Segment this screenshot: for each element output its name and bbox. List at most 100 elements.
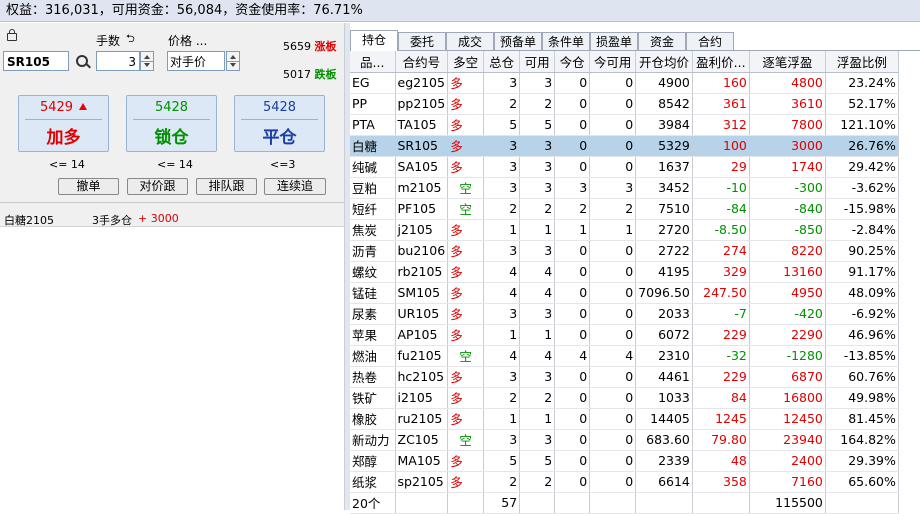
available-cell: 2 <box>519 387 556 409</box>
today-position-cell: 0 <box>554 366 591 388</box>
pnl-price-cell: -10 <box>692 177 750 199</box>
col-header[interactable]: 逐笔浮盈 <box>749 51 826 73</box>
today-position-cell: 0 <box>554 240 591 262</box>
product-name-cell: EG <box>350 72 396 94</box>
table-row[interactable]: EG eg2105 多 3 3 0 0 4900 160 4800 23.24% <box>350 72 899 94</box>
table-row[interactable]: 热卷 hc2105 多 3 3 0 0 4461 229 6870 60.76% <box>350 366 899 388</box>
col-header[interactable]: 开仓均价 <box>635 51 693 73</box>
col-header[interactable]: 品... <box>350 51 396 73</box>
lock-position-button[interactable]: 5428 锁仓 <box>126 95 217 152</box>
pnl-ratio-cell: 164.82% <box>825 429 899 451</box>
search-icon[interactable] <box>76 55 88 67</box>
table-row[interactable]: 沥青 bu2106 多 3 3 0 0 2722 274 8220 90.25% <box>350 240 899 262</box>
table-row[interactable]: 新动力 ZC105 空 3 3 0 0 683.60 79.80 23940 164.82% <box>350 429 899 451</box>
table-row[interactable]: 苹果 AP105 多 1 1 0 0 6072 229 2290 46.96% <box>350 324 899 346</box>
col-header[interactable]: 浮盈比例 <box>825 51 899 73</box>
close-position-button[interactable]: 5428 平仓 <box>234 95 325 152</box>
table-row[interactable]: 白糖 SR105 多 3 3 0 0 5329 100 3000 26.76% <box>350 135 899 157</box>
direction-cell: 多 <box>447 366 485 388</box>
symbol-input[interactable]: SR105 <box>3 51 69 71</box>
col-header[interactable]: 今可用 <box>589 51 637 73</box>
table-row[interactable]: PP pp2105 多 2 2 0 0 8542 361 3610 52.17% <box>350 93 899 115</box>
today-position-cell: 0 <box>554 303 591 325</box>
col-header[interactable]: 总仓 <box>483 51 521 73</box>
product-name-cell: 白糖 <box>350 135 396 157</box>
follow-counter-price-button[interactable]: 对价跟 <box>127 178 188 195</box>
pnl-ratio-cell: 48.09% <box>825 282 899 304</box>
float-pnl-cell: 4800 <box>749 72 826 94</box>
tab-stop-profit-orders[interactable]: 损盈单 <box>590 32 638 50</box>
tab-conditional-orders[interactable]: 条件单 <box>542 32 590 50</box>
table-row[interactable]: 螺纹 rb2105 多 4 4 0 0 4195 329 13160 91.17% <box>350 261 899 283</box>
open-avg-price-cell: 2722 <box>635 240 693 262</box>
cancel-order-button[interactable]: 撤单 <box>58 178 119 195</box>
col-header[interactable]: 可用 <box>519 51 556 73</box>
direction-cell: 多 <box>447 93 485 115</box>
open-long-button[interactable]: 5429 加多 <box>18 95 109 152</box>
pnl-price-cell: -32 <box>692 345 750 367</box>
tab-trades[interactable]: 成交 <box>446 32 494 50</box>
pnl-ratio-cell: 90.25% <box>825 240 899 262</box>
table-row[interactable]: 尿素 UR105 多 3 3 0 0 2033 -7 -420 -6.92% <box>350 303 899 325</box>
contract-code-cell: AP105 <box>395 324 449 346</box>
tab-orders[interactable]: 委托 <box>398 32 446 50</box>
direction-cell: 多 <box>447 240 485 262</box>
contract-code-cell: eg2105 <box>395 72 449 94</box>
col-header[interactable]: 多空 <box>447 51 485 73</box>
available-cell: 4 <box>519 261 556 283</box>
open-avg-price-cell: 7510 <box>635 198 693 220</box>
price-type-select[interactable]: 对手价 <box>167 51 225 71</box>
close-label: 平仓 <box>262 128 297 148</box>
contract-code-cell: pp2105 <box>395 93 449 115</box>
col-header[interactable]: 今仓 <box>554 51 591 73</box>
pnl-price-cell: 361 <box>692 93 750 115</box>
tab-funds[interactable]: 资金 <box>638 32 686 50</box>
table-row[interactable]: 橡胶 ru2105 多 1 1 0 0 14405 1245 12450 81.45% <box>350 408 899 430</box>
tab-prepared-orders[interactable]: 预备单 <box>494 32 542 50</box>
today-available-cell: 0 <box>589 471 637 493</box>
product-name-cell: 纯碱 <box>350 156 396 178</box>
table-row[interactable]: 铁矿 i2105 多 2 2 0 0 1033 84 16800 49.98% <box>350 387 899 409</box>
col-header[interactable]: 盈利价... <box>692 51 750 73</box>
float-pnl-cell: 23940 <box>749 429 826 451</box>
follow-queue-button[interactable]: 排队跟 <box>196 178 257 195</box>
tab-positions[interactable]: 持仓 <box>350 30 398 51</box>
price-label[interactable]: 价格 ... <box>168 32 207 49</box>
lock-label: 锁仓 <box>154 128 189 148</box>
lock-icon[interactable] <box>7 29 17 41</box>
today-available-cell: 0 <box>589 324 637 346</box>
product-name-cell: 郑醇 <box>350 450 396 472</box>
today-position-cell: 0 <box>554 72 591 94</box>
tab-contracts[interactable]: 合约 <box>686 32 734 50</box>
total-position-cell: 4 <box>483 345 521 367</box>
float-pnl-cell: 7160 <box>749 471 826 493</box>
product-name-cell: 燃油 <box>350 345 396 367</box>
table-row[interactable]: 纯碱 SA105 多 3 3 0 0 1637 29 1740 29.42% <box>350 156 899 178</box>
pnl-price-cell: 100 <box>692 135 750 157</box>
table-row[interactable]: 短纤 PF105 空 2 2 2 2 7510 -84 -840 -15.98% <box>350 198 899 220</box>
product-name-cell: 纸浆 <box>350 471 396 493</box>
product-name-cell: 豆粕 <box>350 177 396 199</box>
open-avg-price-cell: 683.60 <box>635 429 693 451</box>
today-available-cell: 0 <box>589 429 637 451</box>
table-row[interactable]: 郑醇 MA105 多 5 5 0 0 2339 48 2400 29.39% <box>350 450 899 472</box>
continuous-chase-button[interactable]: 连续追 <box>264 178 326 195</box>
quantity-input[interactable]: 3 <box>96 51 140 71</box>
quantity-stepper[interactable] <box>140 51 154 71</box>
price-type-stepper[interactable] <box>226 51 240 71</box>
close-limit: <=3 <box>270 158 296 171</box>
pnl-ratio-cell: -6.92% <box>825 303 899 325</box>
total-position-cell: 2 <box>483 93 521 115</box>
today-available-cell: 0 <box>589 240 637 262</box>
table-row[interactable]: 燃油 fu2105 空 4 4 4 4 2310 -32 -1280 -13.85% <box>350 345 899 367</box>
table-row[interactable]: 纸浆 sp2105 多 2 2 0 0 6614 358 7160 65.60% <box>350 471 899 493</box>
table-row[interactable]: PTA TA105 多 5 5 0 0 3984 312 7800 121.10% <box>350 114 899 136</box>
table-row[interactable]: 焦炭 j2105 多 1 1 1 1 2720 -8.50 -850 -2.84% <box>350 219 899 241</box>
table-row[interactable]: 豆粕 m2105 空 3 3 3 3 3452 -10 -300 -3.62% <box>350 177 899 199</box>
undo-icon[interactable]: ⮌ <box>126 30 135 49</box>
open-avg-price-cell: 5329 <box>635 135 693 157</box>
total-position-cell: 2 <box>483 387 521 409</box>
pnl-price-cell: 79.80 <box>692 429 750 451</box>
col-header[interactable]: 合约号 <box>395 51 449 73</box>
table-row[interactable]: 锰硅 SM105 多 4 4 0 0 7096.50 247.50 4950 48.09% <box>350 282 899 304</box>
